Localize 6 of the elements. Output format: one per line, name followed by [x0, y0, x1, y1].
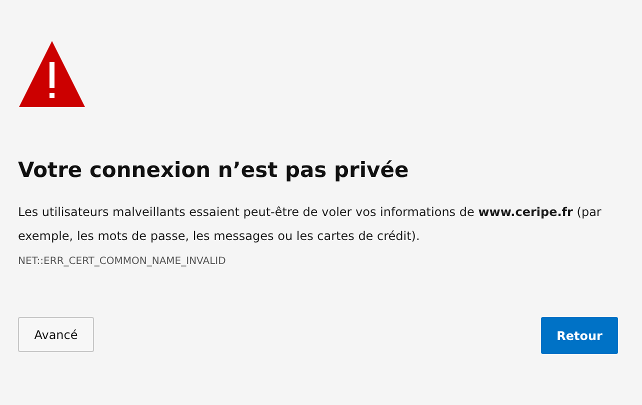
advanced-button[interactable]: Avancé: [18, 317, 94, 352]
error-code: NET::ERR_CERT_COMMON_NAME_INVALID: [18, 256, 227, 267]
error-heading: Votre connexion n’est pas privée: [18, 157, 410, 184]
error-message: Les utilisateurs malveillants essaient peut-être de voler vos informations de www.ceripe.fr (par exemple, les mots de passe, les messages ou les cartes de crédit).: [18, 204, 602, 245]
warning-icon: [18, 40, 86, 108]
back-button[interactable]: Retour: [541, 317, 618, 354]
